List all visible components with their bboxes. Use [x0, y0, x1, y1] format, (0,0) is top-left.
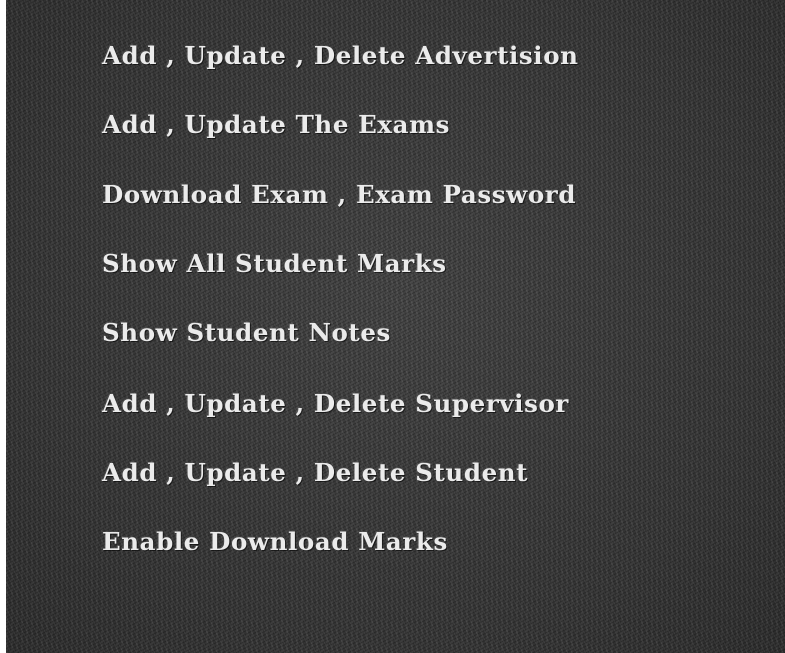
menu-item-manage-advertisements[interactable]: Add , Update , Delete Advertision — [102, 36, 579, 76]
menu-item-enable-download-marks[interactable]: Enable Download Marks — [102, 522, 448, 562]
menu-item-manage-students[interactable]: Add , Update , Delete Student — [102, 453, 528, 493]
screen: Add , Update , Delete Advertision Add , … — [0, 0, 785, 653]
menu-item-manage-exams[interactable]: Add , Update The Exams — [102, 105, 450, 145]
menu-item-manage-supervisors[interactable]: Add , Update , Delete Supervisor — [102, 384, 569, 424]
admin-menu-panel: Add , Update , Delete Advertision Add , … — [6, 0, 785, 653]
menu-item-show-student-notes[interactable]: Show Student Notes — [102, 313, 391, 353]
menu-item-show-student-marks[interactable]: Show All Student Marks — [102, 244, 447, 284]
menu-item-download-exam-password[interactable]: Download Exam , Exam Password — [102, 175, 576, 215]
